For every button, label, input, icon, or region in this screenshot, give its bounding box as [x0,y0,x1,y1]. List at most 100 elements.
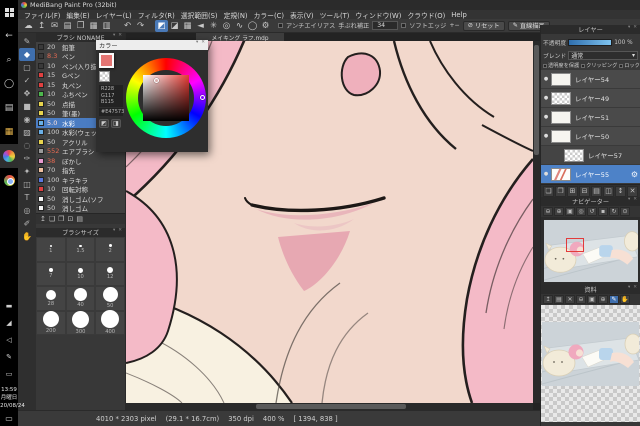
ref-pick-icon[interactable]: ✎ [609,295,619,304]
ref-hand-icon[interactable]: ✋ [620,295,630,304]
menu-item-8[interactable]: ツール(T) [317,10,353,20]
layer-row[interactable]: ●レイヤー50 [541,127,640,146]
keyboard-icon[interactable]: ▬ [0,297,18,314]
brush-row[interactable]: 50消しゴム [36,204,125,214]
layer-row[interactable]: ●レイヤー55⚙ [541,165,640,184]
zoom-tool-icon[interactable]: ◎ [19,204,35,217]
ime-icon[interactable]: ▭ [0,365,18,382]
sv-marker[interactable] [154,78,159,83]
hue-wheel[interactable] [126,58,206,138]
brush-size-preset[interactable]: 50 [95,286,125,311]
brush-folder-icon[interactable]: ▤ [76,215,83,223]
wand-tool-icon[interactable]: ✦ [19,165,35,178]
search-icon[interactable]: ⌕ [0,48,18,72]
display-icon[interactable]: ▤ [61,20,74,32]
vertical-scroll-thumb[interactable] [534,45,539,155]
nav-zoom-in-icon[interactable]: ⊕ [554,207,564,216]
select-rect-icon[interactable]: ◩ [155,20,168,32]
gear-icon[interactable]: ⚙ [631,170,638,179]
layer-delete-icon[interactable]: ✕ [627,186,638,197]
brush-size-preset[interactable]: 300 [66,311,96,336]
vertical-scrollbar[interactable] [533,41,540,403]
horizontal-scroll-thumb[interactable] [256,404,406,409]
brush-duplicate-icon[interactable]: ❐ [58,215,64,223]
opacity-slider[interactable] [568,39,612,46]
reference-viewport[interactable] [541,305,640,422]
brush-row[interactable]: 100キラキラ [36,175,125,185]
select-poly-icon[interactable]: ◄ [194,20,207,32]
stabilizer-adjust[interactable]: +− [449,22,459,29]
settings-icon[interactable]: ⚙ [259,20,272,32]
panel-close-icon[interactable]: ✕ [118,228,123,233]
brush-row[interactable]: 10回転対称 [36,185,125,195]
taskbar-clock[interactable]: 13:59 月曜日 2020/08/24 [0,386,25,410]
tablet-pen-icon[interactable]: ✎ [0,348,18,365]
select-circle-icon[interactable]: ◎ [220,20,233,32]
bucket-tool-icon[interactable]: ◉ [19,113,35,126]
start-icon[interactable] [0,0,18,24]
snap-curve-icon[interactable]: ∿ [233,20,246,32]
gradient-tool-icon[interactable]: ▨ [19,126,35,139]
nav-rotate-left-icon[interactable]: ↺ [587,207,597,216]
softedge-checkbox[interactable] [401,23,406,28]
layer-up-icon[interactable]: ⊞ [567,186,578,197]
brush-size-preset[interactable]: 1 [36,237,66,262]
title-bar[interactable]: MediBang Paint Pro (32bit) [18,0,640,10]
layer-folder-icon[interactable]: ▤ [591,186,602,197]
layer-add-icon[interactable]: ❏ [543,186,554,197]
brush-size-preset[interactable]: 200 [36,311,66,336]
volume-icon[interactable]: ◁ [0,331,18,348]
copy-canvas-icon[interactable]: ❐ [74,20,87,32]
hue-marker[interactable] [200,95,205,100]
navigator-view-rectangle[interactable] [566,238,584,252]
select-tool-icon[interactable]: ▢ [19,61,35,74]
comment-icon[interactable]: ✉ [48,20,61,32]
color-panel-header[interactable]: カラー ▾✕ [96,40,208,50]
layer-visibility-icon[interactable]: ● [541,133,551,139]
brush-size-preset[interactable]: 10 [66,262,96,287]
layer-down-icon[interactable]: ⊟ [579,186,590,197]
layer-merge-icon[interactable]: ◫ [603,186,614,197]
brush-add-icon[interactable]: ❏ [49,215,55,223]
brush-size-preset[interactable]: 400 [95,311,125,336]
brush-size-preset[interactable]: 7 [36,262,66,287]
select-pen-tool-icon[interactable]: ◌ [19,139,35,152]
eyedropper-tool-icon[interactable]: ✑ [19,152,35,165]
menu-item-0[interactable]: ファイル(F) [21,10,63,20]
pen-tool-icon[interactable]: ✎ [19,35,35,48]
brush-row[interactable]: 70指先 [36,166,125,176]
reset-button[interactable]: ⊘リセット [463,21,505,31]
menu-item-2[interactable]: レイヤー(L) [93,10,135,20]
divide-tool-icon[interactable]: ◫ [19,178,35,191]
eraser-tool-icon[interactable]: ◆ [19,48,35,61]
redo-icon[interactable]: ↷ [134,20,147,32]
notification-center-icon[interactable]: ▭ [5,414,13,423]
antialias-checkbox[interactable] [278,23,283,28]
layer-check-1[interactable]: クリッピング [581,62,617,69]
panel-close-icon[interactable]: ✕ [633,197,638,202]
swap-color-icon[interactable]: ◨ [111,119,121,128]
snap-ring-icon[interactable]: ◯ [246,20,259,32]
panel-collapse-icon[interactable]: ▾ [196,40,199,45]
panel-close-icon[interactable]: ✕ [201,40,206,45]
menu-item-1[interactable]: 編集(E) [63,10,92,20]
layer-check-2[interactable]: ロック [619,62,640,69]
layer-visibility-icon[interactable]: ● [541,171,551,177]
saturation-value-square[interactable] [143,75,189,121]
nav-actual-icon[interactable]: ◎ [576,207,586,216]
select-clear-icon[interactable]: ✳ [207,20,220,32]
ref-folder-icon[interactable]: ▤ [554,295,564,304]
layer-row[interactable]: ●レイヤー54 [541,70,640,89]
foreground-color-swatch[interactable] [99,53,114,68]
panel-collapse-icon[interactable]: ▾ [628,285,631,290]
horizontal-scrollbar[interactable] [126,403,533,410]
cloud-save-icon[interactable]: ☁ [22,20,35,32]
brush-edit-icon[interactable]: ⊡ [67,215,73,223]
menu-item-9[interactable]: ウィンドウ(W) [352,10,404,20]
cortana-icon[interactable]: ◯ [0,72,18,96]
panel-close-icon[interactable]: ✕ [633,25,638,30]
brush-size-panel-header[interactable]: ブラシサイズ ▾✕ [36,228,125,237]
menu-item-4[interactable]: 選択範囲(S) [178,10,221,20]
layer-row[interactable]: ●レイヤー49 [541,89,640,108]
nav-zoom-out-icon[interactable]: ⊖ [543,207,553,216]
